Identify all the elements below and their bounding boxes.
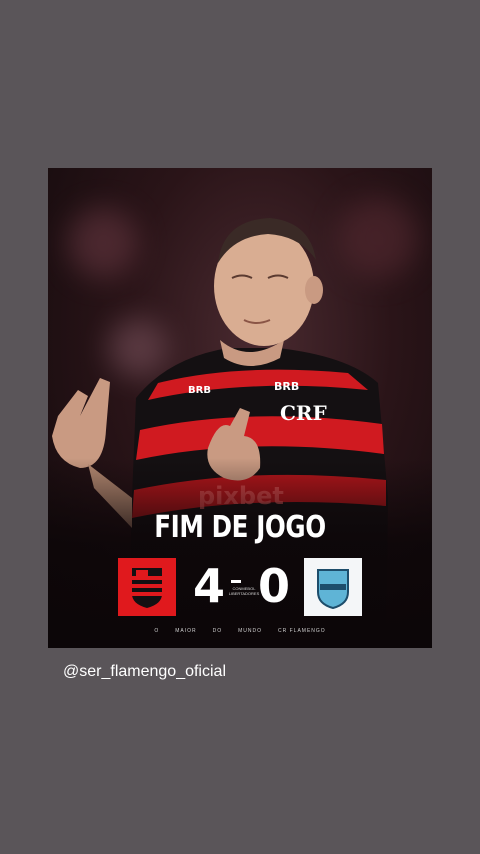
bolivar-shield-icon bbox=[317, 569, 349, 610]
footer-sponsor: CR FLAMENGO bbox=[278, 628, 326, 634]
away-score: 0 bbox=[258, 559, 291, 613]
match-result-headline: FIM DE JOGO bbox=[154, 510, 326, 545]
svg-text:BRB: BRB bbox=[274, 380, 299, 393]
flamengo-shield-icon bbox=[132, 568, 162, 608]
footer-word: O bbox=[154, 628, 160, 634]
footer-word: MUNDO bbox=[238, 628, 262, 634]
post-image[interactable]: CRF BRB BRB pixbet FIM DE JOGO 4 CONMEBO… bbox=[48, 168, 432, 648]
account-username-link[interactable]: @ser_flamengo_oficial bbox=[63, 662, 226, 682]
score-separator bbox=[231, 580, 241, 583]
svg-text:BRB: BRB bbox=[188, 385, 211, 396]
footer-word: DO bbox=[212, 628, 223, 634]
svg-text:CRF: CRF bbox=[280, 401, 327, 425]
flamengo-crest bbox=[118, 558, 176, 616]
home-score: 4 bbox=[193, 559, 226, 613]
bottom-gradient bbox=[48, 458, 432, 648]
footer-word: MAIOR bbox=[175, 628, 197, 634]
post-footer: O MAIOR DO MUNDO CR FLAMENGO bbox=[48, 624, 432, 638]
bolivar-crest bbox=[304, 558, 362, 616]
story-viewer: CRF BRB BRB pixbet FIM DE JOGO 4 CONMEBO… bbox=[0, 0, 480, 854]
